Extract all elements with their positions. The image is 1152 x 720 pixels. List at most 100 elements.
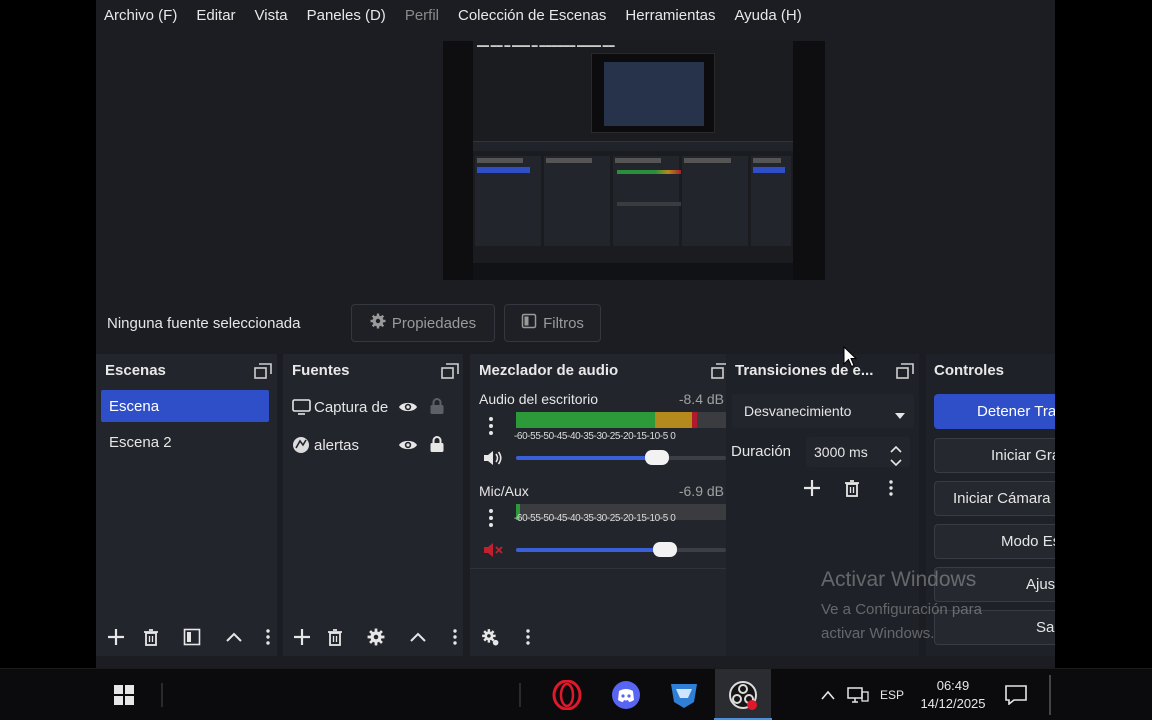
add-transition-icon[interactable] <box>803 479 821 502</box>
move-scene-up-icon[interactable] <box>223 626 245 648</box>
more-options-icon[interactable] <box>262 626 274 648</box>
filters-label: Filtros <box>543 314 584 332</box>
obs-icon[interactable] <box>715 669 771 720</box>
filter-icon <box>521 313 537 333</box>
opera-icon[interactable] <box>539 669 595 720</box>
preview-mini-menubar: ▬▬ ▬▬ ▬ ▬▬▬ ▬ ▬▬▬▬▬▬ ▬▬▬▬ ▬▬ <box>477 43 615 49</box>
windows-start-icon[interactable] <box>96 669 152 720</box>
volume-slider[interactable] <box>516 542 726 557</box>
channel-name: Mic/Aux <box>479 483 529 499</box>
menu-herramientas[interactable]: Herramientas <box>625 7 715 24</box>
undock-icon[interactable] <box>896 363 914 379</box>
controls-title: Controles <box>934 362 1005 379</box>
eye-icon[interactable] <box>398 438 418 457</box>
channel-menu-icon[interactable] <box>488 416 498 436</box>
scene-item-escena[interactable]: Escena <box>101 390 269 422</box>
more-options-icon[interactable] <box>522 626 534 648</box>
taskbar-divider <box>161 683 163 707</box>
channel-db: -8.4 dB <box>678 391 724 407</box>
notifications-icon[interactable] <box>1000 669 1032 720</box>
unlocked-icon[interactable] <box>429 397 445 420</box>
no-source-label: Ninguna fuente seleccionada <box>107 315 301 332</box>
duration-spinbox[interactable]: 3000 ms <box>806 437 910 467</box>
chevron-up-icon[interactable] <box>816 669 840 720</box>
start-virtual-camera-button[interactable]: Iniciar Cámara Virtual <box>934 481 1055 516</box>
activate-windows-line: Ve a Configuración para <box>821 601 982 618</box>
menu-ayuda[interactable]: Ayuda (H) <box>734 7 801 24</box>
menu-archivo[interactable]: Archivo (F) <box>104 7 177 24</box>
sources-footer <box>283 618 463 656</box>
gear-icon <box>370 313 386 333</box>
studio-mode-button[interactable]: Modo Estudio <box>934 524 1055 559</box>
undock-icon[interactable] <box>254 363 272 379</box>
show-desktop-edge[interactable] <box>1049 675 1051 715</box>
channel-level-meter <box>516 412 726 428</box>
more-options-icon[interactable] <box>449 626 461 648</box>
clock[interactable]: 06:49 14/12/2025 <box>908 677 998 713</box>
scene-filters-icon[interactable] <box>181 626 203 648</box>
muted-speaker-icon[interactable] <box>482 541 504 564</box>
start-recording-button[interactable]: Iniciar Grabación <box>934 438 1055 473</box>
transition-select[interactable]: Desvanecimiento <box>732 394 914 428</box>
duration-label: Duración <box>731 443 792 460</box>
transitions-title: Transiciones de e... <box>735 362 874 379</box>
advanced-audio-gear-icon[interactable] <box>479 626 501 648</box>
menu-vista[interactable]: Vista <box>255 7 288 24</box>
mouse-cursor <box>843 345 858 373</box>
preview-area: ▬▬ ▬▬ ▬ ▬▬▬ ▬ ▬▬▬▬▬▬ ▬▬▬▬ ▬▬ <box>96 30 1055 294</box>
right-letterbox <box>1055 0 1152 668</box>
move-source-up-icon[interactable] <box>407 626 429 648</box>
source-name: alertas <box>314 436 360 454</box>
volume-slider-handle[interactable] <box>645 450 669 465</box>
transition-select-value: Desvanecimiento <box>744 403 852 419</box>
preview-mini-docks <box>473 156 793 246</box>
preview-mini-toolbar <box>473 141 793 151</box>
menu-perfil[interactable]: Perfil <box>405 7 439 24</box>
more-options-icon[interactable] <box>889 479 893 502</box>
channel-menu-icon[interactable] <box>488 508 498 528</box>
sources-title: Fuentes <box>292 362 350 379</box>
properties-label: Propiedades <box>391 314 477 332</box>
activate-windows-text: Ve a Configuración para activar Windows. <box>821 598 982 646</box>
delete-transition-icon[interactable] <box>844 479 860 502</box>
spin-down-icon[interactable] <box>890 454 902 470</box>
language-indicator[interactable]: ESP <box>880 688 904 702</box>
menu-coleccion-escenas[interactable]: Colección de Escenas <box>458 7 606 24</box>
stop-streaming-button[interactable]: Detener Transmisión <box>934 394 1055 429</box>
monitor-icon <box>292 399 314 415</box>
speaker-icon[interactable] <box>482 449 504 472</box>
properties-button[interactable]: Propiedades <box>351 304 495 342</box>
sources-dock: Fuentes Captura de alertas <box>283 354 463 656</box>
network-icon[interactable] <box>844 669 872 720</box>
undock-icon[interactable] <box>441 363 459 379</box>
program-preview[interactable]: ▬▬ ▬▬ ▬ ▬▬▬ ▬ ▬▬▬▬▬▬ ▬▬▬▬ ▬▬ <box>443 41 825 280</box>
discord-icon[interactable] <box>598 669 654 720</box>
preview-nested-preview <box>591 53 715 133</box>
delete-source-icon[interactable] <box>324 626 346 648</box>
source-name: Captura de <box>314 398 389 416</box>
eye-icon[interactable] <box>398 400 418 419</box>
scene-item-escena-2[interactable]: Escena 2 <box>101 426 269 458</box>
browser-icon <box>292 436 314 454</box>
menu-paneles[interactable]: Paneles (D) <box>307 7 386 24</box>
lock-icon[interactable] <box>429 435 445 458</box>
preview-capture-image: ▬▬ ▬▬ ▬ ▬▬▬ ▬ ▬▬▬▬▬▬ ▬▬▬▬ ▬▬ <box>473 41 793 280</box>
add-scene-icon[interactable] <box>105 626 127 648</box>
volume-slider-handle[interactable] <box>653 542 677 557</box>
preview-mini-taskbar <box>473 263 793 280</box>
meter-scale: -60-55-50-45-40-35-30-25-20-15-10-5 0 <box>514 513 676 524</box>
source-properties-gear-icon[interactable] <box>365 626 387 648</box>
add-source-icon[interactable] <box>291 626 313 648</box>
mixer-footer <box>470 618 726 656</box>
taskbar-divider <box>519 683 521 707</box>
filters-button[interactable]: Filtros <box>504 304 601 342</box>
left-letterbox <box>0 0 96 668</box>
clock-date: 14/12/2025 <box>920 696 986 711</box>
activate-windows-line: activar Windows. <box>821 625 935 642</box>
menu-editar[interactable]: Editar <box>196 7 235 24</box>
volume-slider[interactable] <box>516 450 726 465</box>
audio-mixer-title: Mezclador de audio <box>479 362 619 379</box>
delete-scene-icon[interactable] <box>140 626 162 648</box>
channel-name: Audio del escritorio <box>479 391 599 407</box>
rocket-league-icon[interactable] <box>656 669 712 720</box>
